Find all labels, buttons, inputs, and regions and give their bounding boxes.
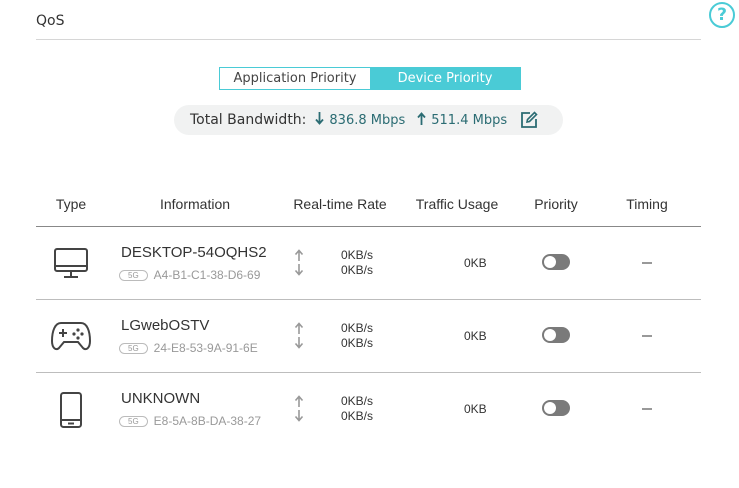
traffic-usage: 0KB xyxy=(464,256,487,270)
priority-toggle[interactable] xyxy=(542,327,570,343)
total-bandwidth-bar: Total Bandwidth: 836.8 Mbps 511.4 Mbps xyxy=(174,105,563,135)
download-bandwidth: 836.8 Mbps xyxy=(315,111,406,129)
column-header-type: Type xyxy=(55,196,87,212)
page-title: QoS xyxy=(36,13,65,29)
traffic-usage: 0KB xyxy=(464,329,487,343)
download-rate: 0KB/s xyxy=(341,409,374,423)
column-header-rate: Real-time Rate xyxy=(293,196,387,212)
download-rate: 0KB/s xyxy=(341,336,374,350)
device-name: LGwebOSTV xyxy=(121,317,210,334)
help-icon[interactable]: ? xyxy=(709,2,735,28)
table-row: DESKTOP-54OQHS2 5G A4-B1-C1-38-D6-69 0KB… xyxy=(0,227,739,300)
toggle-knob xyxy=(544,402,556,414)
mac-address: A4-B1-C1-38-D6-69 xyxy=(153,268,261,282)
upload-bandwidth-value: 511.4 Mbps xyxy=(431,112,508,128)
total-bandwidth-label: Total Bandwidth: xyxy=(190,112,307,128)
phone-icon xyxy=(50,391,92,434)
tab-application-priority[interactable]: Application Priority xyxy=(220,68,370,89)
edit-icon[interactable] xyxy=(519,110,539,130)
priority-tabs: Application Priority Device Priority xyxy=(219,67,521,90)
device-mac: 5G 24-E8-53-9A-91-6E xyxy=(119,341,258,355)
rate-arrows-icon xyxy=(293,395,305,428)
gamepad-icon xyxy=(50,319,92,358)
realtime-rate: 0KB/s 0KB/s xyxy=(341,394,373,424)
column-header-priority: Priority xyxy=(534,196,578,212)
upload-rate: 0KB/s xyxy=(341,321,374,335)
device-mac: 5G A4-B1-C1-38-D6-69 xyxy=(119,268,260,282)
priority-toggle[interactable] xyxy=(542,254,570,270)
realtime-rate: 0KB/s 0KB/s xyxy=(341,321,373,351)
column-header-information: Information xyxy=(159,196,231,212)
table-row: LGwebOSTV 5G 24-E8-53-9A-91-6E 0KB/s 0KB… xyxy=(0,300,739,373)
download-arrow-icon xyxy=(315,111,325,129)
mac-address: E8-5A-8B-DA-38-27 xyxy=(153,414,262,428)
band-badge: 5G xyxy=(119,269,148,281)
upload-arrow-icon xyxy=(417,111,426,129)
toggle-knob xyxy=(544,256,556,268)
table-row: UNKNOWN 5G E8-5A-8B-DA-38-27 0KB/s 0KB/s… xyxy=(0,373,739,446)
upload-bandwidth: 511.4 Mbps xyxy=(417,111,508,129)
column-header-usage: Traffic Usage xyxy=(415,196,499,212)
traffic-usage: 0KB xyxy=(464,402,487,416)
priority-toggle[interactable] xyxy=(542,400,570,416)
device-name: DESKTOP-54OQHS2 xyxy=(121,244,267,261)
download-bandwidth-value: 836.8 Mbps xyxy=(329,112,406,128)
tab-device-priority[interactable]: Device Priority xyxy=(370,68,520,89)
device-name: UNKNOWN xyxy=(121,390,201,407)
upload-rate: 0KB/s xyxy=(341,248,374,262)
mac-address: 24-E8-53-9A-91-6E xyxy=(153,341,258,355)
timing-placeholder xyxy=(642,335,652,337)
band-badge: 5G xyxy=(119,342,148,354)
toggle-knob xyxy=(544,329,556,341)
rate-arrows-icon xyxy=(293,249,305,282)
upload-rate: 0KB/s xyxy=(341,394,374,408)
timing-placeholder xyxy=(642,262,652,264)
download-rate: 0KB/s xyxy=(341,263,374,277)
band-badge: 5G xyxy=(119,415,148,427)
device-mac: 5G E8-5A-8B-DA-38-27 xyxy=(119,414,261,428)
timing-placeholder xyxy=(642,408,652,410)
column-header-timing: Timing xyxy=(626,196,668,212)
desktop-icon xyxy=(50,246,92,285)
realtime-rate: 0KB/s 0KB/s xyxy=(341,248,373,278)
title-divider xyxy=(36,39,701,40)
rate-arrows-icon xyxy=(293,322,305,355)
